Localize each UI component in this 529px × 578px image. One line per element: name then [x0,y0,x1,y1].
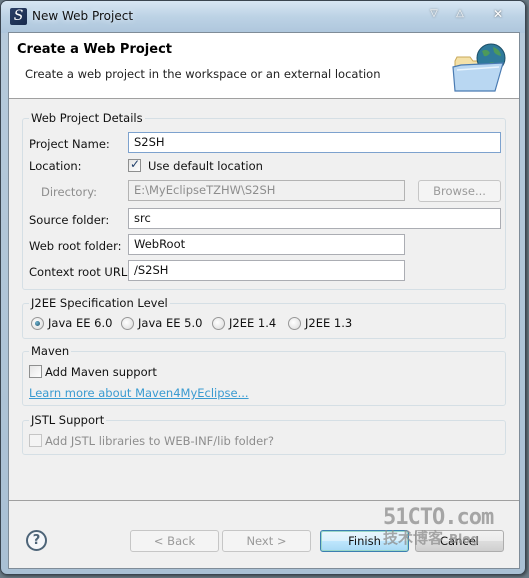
page-title: Create a Web Project [17,42,172,57]
maven-group: Maven Add Maven support Learn more about… [22,344,506,406]
radio-j2ee-1-3[interactable] [288,317,301,330]
radio-j2ee-1-4[interactable] [212,317,225,330]
source-folder-input[interactable]: src [128,208,501,229]
next-button[interactable]: Next > [222,530,311,552]
dialog-window: S New Web Project ▽ △ ✕ Create a Web Pro… [0,0,526,575]
wizard-banner: Create a Web Project Create a web projec… [9,33,519,99]
web-root-folder-label: Web root folder: [29,239,122,253]
context-root-url-input[interactable]: /S2SH [128,260,405,281]
finish-button[interactable]: Finish [320,530,409,552]
group-label: JSTL Support [29,413,107,427]
learn-more-maven-link[interactable]: Learn more about Maven4MyEclipse... [29,386,249,400]
use-default-location-label[interactable]: Use default location [148,159,263,173]
project-name-input[interactable]: S2SH [128,132,501,153]
add-maven-support-label[interactable]: Add Maven support [45,365,157,379]
add-maven-support-checkbox[interactable] [29,365,42,378]
cancel-button[interactable]: Cancel [415,530,504,552]
radio-java-ee-5-label[interactable]: Java EE 5.0 [138,316,202,330]
radio-j2ee-1-3-label[interactable]: J2EE 1.3 [305,316,352,330]
maximize-button[interactable]: △ [452,7,468,21]
window-title: New Web Project [32,9,134,23]
radio-j2ee-1-4-label[interactable]: J2EE 1.4 [229,316,276,330]
back-button[interactable]: < Back [130,530,219,552]
footer-separator [9,500,519,501]
browse-button[interactable]: Browse... [418,180,501,202]
web-project-details-group: Web Project Details Project Name: S2SH L… [22,111,506,290]
help-icon[interactable]: ? [26,530,47,551]
page-description: Create a web project in the workspace or… [25,67,381,81]
dialog-client-area: Create a Web Project Create a web projec… [8,32,520,569]
jstl-support-group: JSTL Support Add JSTL libraries to WEB-I… [22,413,506,455]
group-label: Web Project Details [29,111,145,125]
context-root-url-label: Context root URL: [29,265,132,279]
group-label: J2EE Specification Level [29,296,170,310]
radio-java-ee-5[interactable] [121,317,134,330]
radio-java-ee-6[interactable] [31,317,44,330]
source-folder-label: Source folder: [29,213,110,227]
group-label: Maven [29,344,72,358]
use-default-location-checkbox[interactable] [128,157,141,172]
directory-input[interactable]: E:\MyEclipseTZHW\S2SH [128,180,405,201]
close-button[interactable]: ✕ [490,7,506,21]
radio-java-ee-6-label[interactable]: Java EE 6.0 [48,316,112,330]
j2ee-specification-group: J2EE Specification Level Java EE 6.0 Jav… [22,296,506,339]
directory-label: Directory: [41,185,98,199]
folder-globe-icon [452,43,506,92]
location-label: Location: [29,159,82,173]
web-root-folder-input[interactable]: WebRoot [128,234,405,255]
minimize-button[interactable]: ▽ [426,7,442,21]
title-bar[interactable]: S New Web Project ▽ △ ✕ [1,1,525,33]
myeclipse-app-icon: S [10,8,27,25]
add-jstl-libraries-checkbox[interactable] [29,434,42,447]
project-name-label: Project Name: [29,137,110,151]
add-jstl-libraries-label: Add JSTL libraries to WEB-INF/lib folder… [45,434,275,448]
